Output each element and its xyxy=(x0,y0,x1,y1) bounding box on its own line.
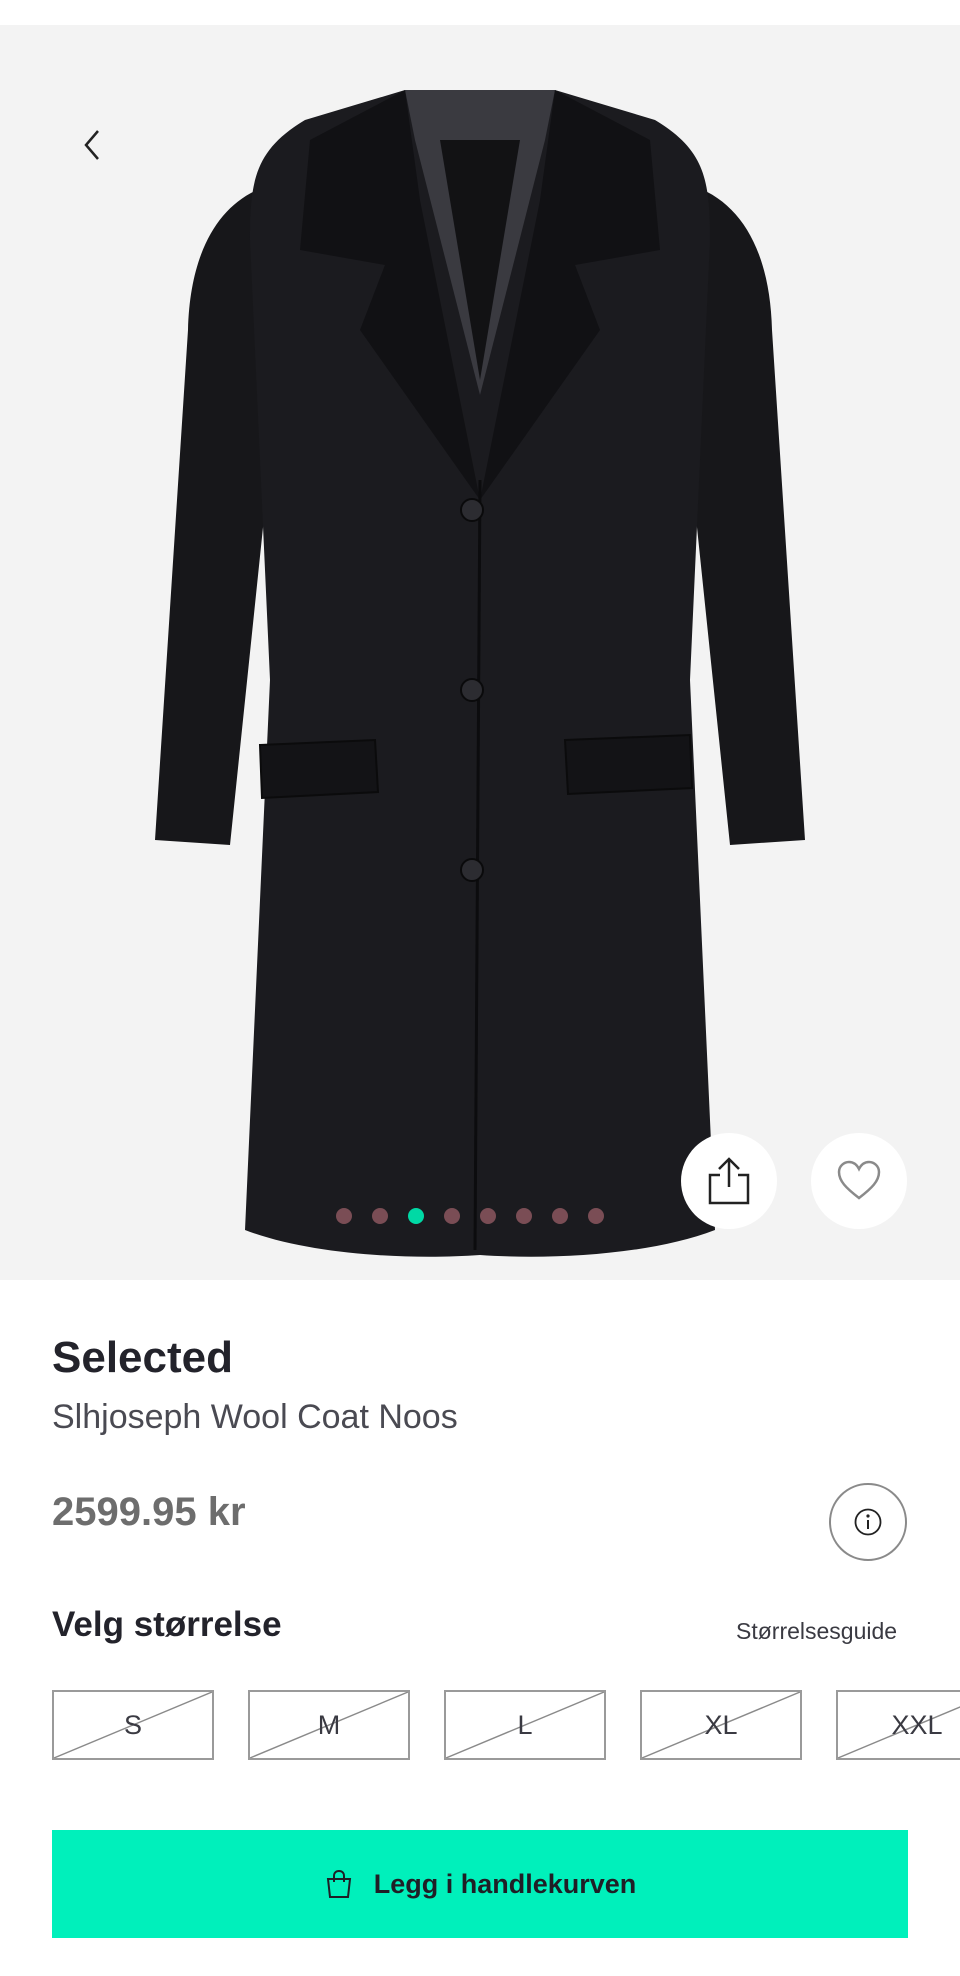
size-option-m[interactable]: M xyxy=(248,1690,410,1760)
pagination-dot[interactable] xyxy=(372,1208,388,1224)
product-price: 2599.95 kr xyxy=(52,1490,246,1534)
pagination-dot[interactable] xyxy=(588,1208,604,1224)
size-option-s[interactable]: S xyxy=(52,1690,214,1760)
size-option-label: XXL xyxy=(891,1709,943,1740)
size-option-xl[interactable]: XL xyxy=(640,1690,802,1760)
gallery-pagination-dots xyxy=(336,1208,604,1224)
pagination-dot[interactable] xyxy=(444,1208,460,1224)
size-guide-link[interactable]: Størrelsesguide xyxy=(736,1618,897,1645)
add-to-cart-label: Legg i handlekurven xyxy=(373,1868,637,1899)
chevron-left-icon xyxy=(84,130,99,160)
size-option-label: M xyxy=(317,1709,341,1740)
product-name: Slhjoseph Wool Coat Noos xyxy=(52,1398,458,1436)
pagination-dot[interactable] xyxy=(552,1208,568,1224)
pagination-dot[interactable] xyxy=(516,1208,532,1224)
product-brand: Selected xyxy=(52,1333,233,1382)
price-info-button[interactable] xyxy=(829,1483,907,1561)
pagination-dot[interactable] xyxy=(480,1208,496,1224)
pagination-dot[interactable] xyxy=(336,1208,352,1224)
add-to-cart-button[interactable]: Legg i handlekurven xyxy=(52,1830,908,1938)
product-image xyxy=(155,90,805,1257)
share-icon xyxy=(708,1157,750,1205)
shopping-bag-icon xyxy=(326,1869,351,1898)
size-option-l[interactable]: L xyxy=(444,1690,606,1760)
size-option-xxl[interactable]: XXL xyxy=(836,1690,960,1760)
back-button[interactable] xyxy=(68,121,116,169)
favorite-button[interactable] xyxy=(811,1133,907,1229)
product-image-gallery[interactable] xyxy=(0,25,960,1280)
size-options: S M L XL XXL xyxy=(52,1690,960,1760)
size-option-label: XL xyxy=(704,1709,738,1740)
size-option-label: S xyxy=(123,1709,142,1740)
share-button[interactable] xyxy=(681,1133,777,1229)
size-section-title: Velg størrelse xyxy=(52,1605,282,1644)
heart-icon xyxy=(837,1160,881,1200)
pagination-dot[interactable] xyxy=(408,1208,424,1224)
info-icon xyxy=(854,1508,882,1536)
size-option-label: L xyxy=(517,1709,533,1740)
